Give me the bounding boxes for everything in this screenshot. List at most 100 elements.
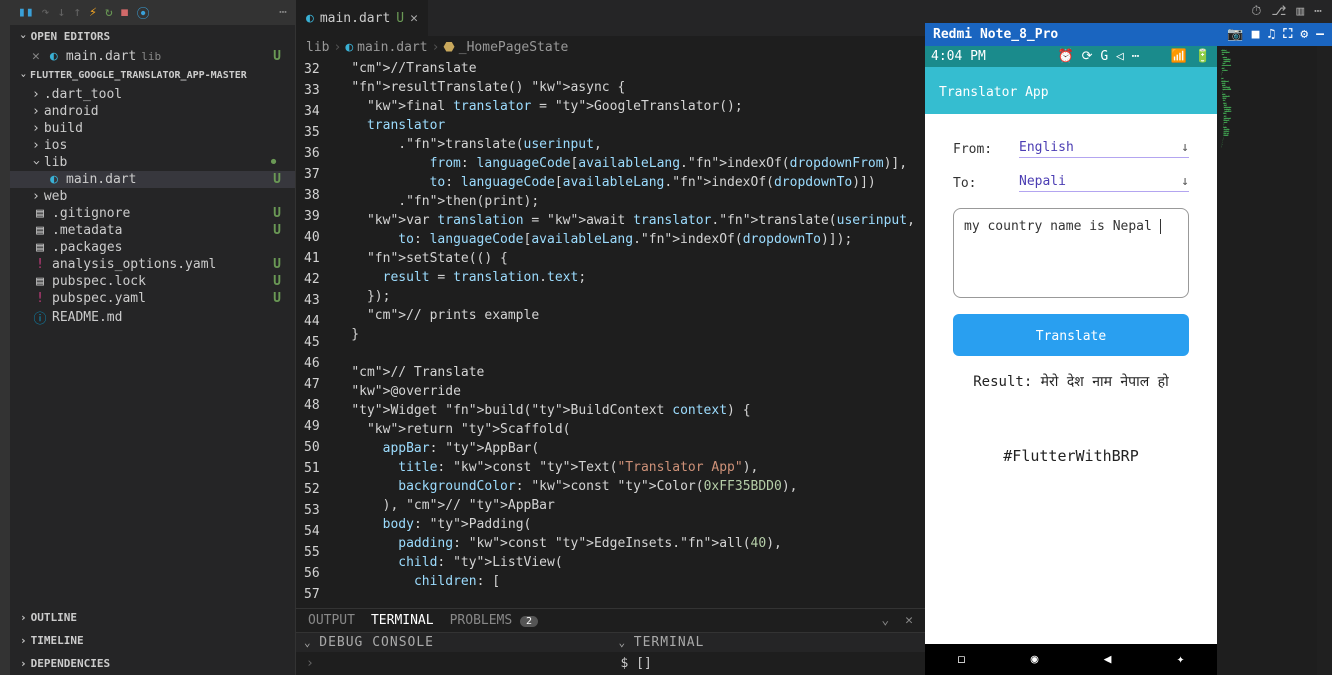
inspector-icon[interactable]: ⦿ bbox=[137, 3, 150, 22]
file-README-md[interactable]: ⓘREADME.md bbox=[10, 307, 295, 328]
project-header[interactable]: FLUTTER_GOOGLE_TRANSLATOR_APP-MASTER bbox=[10, 65, 295, 86]
from-dropdown[interactable]: From: English↓ bbox=[953, 140, 1189, 158]
terminal-tab[interactable]: TERMINAL bbox=[371, 613, 434, 628]
stop-icon[interactable]: ◼ bbox=[121, 5, 129, 20]
terminal-prompt[interactable]: $ [] bbox=[611, 652, 926, 675]
code-line[interactable]: children: [ bbox=[336, 572, 925, 591]
pause-icon[interactable]: ▮▮ bbox=[18, 5, 34, 20]
restart-icon[interactable]: ↻ bbox=[105, 5, 113, 20]
back-icon[interactable]: ◀ bbox=[1104, 652, 1112, 667]
code-line[interactable] bbox=[336, 344, 925, 363]
code-line[interactable]: "cm">// Translate bbox=[336, 363, 925, 382]
class-icon: ⬣ bbox=[443, 40, 454, 55]
code-line[interactable]: appBar: "ty">AppBar( bbox=[336, 439, 925, 458]
folder-android[interactable]: android bbox=[10, 103, 295, 120]
code-line[interactable]: from: languageCode[availableLang."fn">in… bbox=[336, 154, 925, 173]
output-tab[interactable]: OUTPUT bbox=[308, 613, 355, 628]
code-line[interactable]: "cm">// prints example bbox=[336, 306, 925, 325]
breadcrumb[interactable]: lib › ◐ main.dart › ⬣ _HomePageState bbox=[296, 36, 925, 59]
git-icon[interactable]: ⎇ bbox=[1271, 4, 1286, 19]
code-line[interactable]: to: languageCode[availableLang."fn">inde… bbox=[336, 173, 925, 192]
code-line[interactable]: child: "ty">ListView( bbox=[336, 553, 925, 572]
audio-icon[interactable]: ♫ bbox=[1267, 27, 1275, 42]
split-icon[interactable]: ▥ bbox=[1296, 4, 1304, 19]
code-line[interactable]: "kw">var translation = "kw">await transl… bbox=[336, 211, 925, 230]
close-icon[interactable]: ✕ bbox=[410, 11, 418, 26]
debug-console-input[interactable]: › bbox=[296, 652, 611, 675]
code-line[interactable]: ), "cm">// "ty">AppBar bbox=[336, 496, 925, 515]
code-line[interactable]: translator bbox=[336, 116, 925, 135]
close-icon[interactable]: ✕ bbox=[32, 49, 40, 64]
code-line[interactable]: "kw">return "ty">Scaffold( bbox=[336, 420, 925, 439]
file-pubspec-yaml[interactable]: !pubspec.yamlU bbox=[10, 290, 295, 307]
step-into-icon[interactable]: ↓ bbox=[57, 5, 65, 20]
code-area[interactable]: 3233343536373839404142434445464748495051… bbox=[296, 59, 925, 608]
open-editors-header[interactable]: OPEN EDITORS bbox=[10, 25, 295, 48]
code-line[interactable]: result = translation.text; bbox=[336, 268, 925, 287]
history-icon[interactable]: ⏱ bbox=[1251, 4, 1261, 19]
file-pubspec-lock[interactable]: ▤pubspec.lockU bbox=[10, 273, 295, 290]
input-textbox[interactable]: my country name is Nepal bbox=[953, 208, 1189, 298]
code-line[interactable]: "fn">setState(() { bbox=[336, 249, 925, 268]
more-icon[interactable]: ⋯ bbox=[279, 5, 287, 20]
file-main-dart[interactable]: ◐main.dartU bbox=[10, 171, 295, 188]
chevron-down-icon[interactable]: ⌄ bbox=[881, 613, 889, 628]
dart-icon: ◐ bbox=[46, 172, 62, 187]
code-line[interactable]: title: "kw">const "ty">Text("Translator … bbox=[336, 458, 925, 477]
file--packages[interactable]: ▤.packages bbox=[10, 239, 295, 256]
folder-.dart_tool[interactable]: .dart_tool bbox=[10, 86, 295, 103]
dependencies-section[interactable]: DEPENDENCIES bbox=[10, 652, 295, 675]
problems-tab[interactable]: PROBLEMS 2 bbox=[450, 613, 538, 628]
code-line[interactable]: } bbox=[336, 325, 925, 344]
code-line[interactable]: "fn">resultTranslate() "kw">async { bbox=[336, 78, 925, 97]
hot-reload-icon[interactable]: ⚡ bbox=[89, 5, 97, 20]
file-icon: ! bbox=[32, 291, 48, 306]
menu-icon[interactable]: — bbox=[1316, 27, 1324, 42]
open-editor-item[interactable]: ✕ ◐ main.dart lib U bbox=[10, 48, 295, 65]
timeline-section[interactable]: TIMELINE bbox=[10, 629, 295, 652]
translate-button[interactable]: Translate bbox=[953, 314, 1189, 356]
folder-web[interactable]: web bbox=[10, 188, 295, 205]
code-line[interactable]: "kw">@override bbox=[336, 382, 925, 401]
file--gitignore[interactable]: ▤.gitignoreU bbox=[10, 205, 295, 222]
settings-icon[interactable]: ⚙ bbox=[1300, 27, 1308, 42]
phone-nav-bar: ◻ ◉ ◀ ✦ bbox=[925, 644, 1217, 675]
camera-icon[interactable]: 📷 bbox=[1227, 27, 1243, 42]
tab-main-dart[interactable]: ◐ main.dart U ✕ bbox=[296, 0, 429, 36]
code-line[interactable]: }); bbox=[336, 287, 925, 306]
code-line[interactable]: ."fn">then(print); bbox=[336, 192, 925, 211]
breadcrumb-file[interactable]: main.dart bbox=[357, 40, 427, 55]
step-out-icon[interactable]: ↑ bbox=[73, 5, 81, 20]
editor-minimap[interactable]: resultTranslate() async { final translat… bbox=[1217, 46, 1317, 675]
code-line[interactable]: "kw">final translator = "ty">GoogleTrans… bbox=[336, 97, 925, 116]
video-icon[interactable]: ■ bbox=[1252, 27, 1260, 42]
breadcrumb-folder[interactable]: lib bbox=[306, 40, 329, 55]
more-icon[interactable]: ⋯ bbox=[1314, 4, 1322, 19]
home-icon[interactable]: ◉ bbox=[1031, 652, 1039, 667]
recent-icon[interactable]: ◻ bbox=[958, 652, 966, 667]
code-line[interactable]: "ty">Widget "fn">build("ty">BuildContext… bbox=[336, 401, 925, 420]
folder-build[interactable]: build bbox=[10, 120, 295, 137]
code-line[interactable]: padding: "kw">const "ty">EdgeInsets."fn"… bbox=[336, 534, 925, 553]
fullscreen-icon[interactable]: ⛶ bbox=[1283, 27, 1292, 42]
file-analysis_options-yaml[interactable]: !analysis_options.yamlU bbox=[10, 256, 295, 273]
code-line[interactable]: to: languageCode[availableLang."fn">inde… bbox=[336, 230, 925, 249]
close-panel-icon[interactable]: ✕ bbox=[905, 613, 913, 628]
file--metadata[interactable]: ▤.metadataU bbox=[10, 222, 295, 239]
breadcrumb-symbol[interactable]: _HomePageState bbox=[459, 40, 569, 55]
code-line[interactable]: body: "ty">Padding( bbox=[336, 515, 925, 534]
code-line[interactable]: ."fn">translate(userinput, bbox=[336, 135, 925, 154]
result-text: Result: मेरो देश नाम नेपाल हो bbox=[953, 372, 1189, 391]
tab-git-status: U bbox=[396, 11, 404, 26]
debug-console-head[interactable]: ⌄ DEBUG CONSOLE bbox=[296, 633, 611, 652]
folder-lib[interactable]: lib• bbox=[10, 154, 295, 171]
device-toolbar: Redmi Note_8_Pro 📷 ■ ♫ ⛶ ⚙ — bbox=[925, 23, 1332, 46]
assistant-icon[interactable]: ✦ bbox=[1177, 652, 1185, 667]
code-line[interactable]: "cm">//Translate bbox=[336, 59, 925, 78]
code-line[interactable]: backgroundColor: "kw">const "ty">Color(0… bbox=[336, 477, 925, 496]
to-dropdown[interactable]: To: Nepali↓ bbox=[953, 174, 1189, 192]
outline-section[interactable]: OUTLINE bbox=[10, 606, 295, 629]
terminal-head[interactable]: ⌄ TERMINAL bbox=[611, 633, 926, 652]
folder-ios[interactable]: ios bbox=[10, 137, 295, 154]
step-over-icon[interactable]: ↷ bbox=[42, 5, 50, 20]
